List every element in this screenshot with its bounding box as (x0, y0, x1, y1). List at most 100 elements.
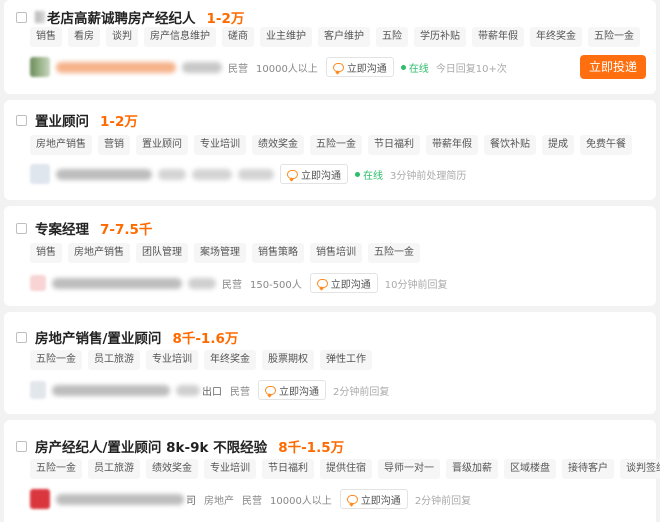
tag: 员工旅游 (88, 459, 140, 479)
tag: 专业培训 (146, 350, 198, 370)
salary: 1-2万 (206, 11, 245, 27)
select-checkbox[interactable] (16, 11, 27, 23)
chat-label: 立即沟通 (301, 170, 341, 182)
industry: 房地产 (204, 495, 234, 507)
blurred-text (182, 61, 222, 73)
tag: 绩效奖金 (146, 459, 198, 479)
activity-status: 3分钟前处理简历 (390, 170, 467, 182)
tag: 导师一对一 (378, 459, 440, 479)
chat-button[interactable]: 立即沟通 (258, 380, 326, 400)
tag: 带薪年假 (472, 27, 524, 47)
chat-label: 立即沟通 (279, 386, 319, 398)
company-name-suffix: 出口 (202, 386, 222, 398)
tag: 年终奖金 (204, 350, 256, 370)
blurred-text (238, 168, 274, 180)
blurred-company-name (56, 168, 152, 180)
tag: 股票期权 (262, 350, 314, 370)
job-title[interactable]: 房产经纪人/置业顾问 8k-9k 不限经验 (35, 436, 267, 456)
company-size: 10000人以上 (270, 495, 332, 507)
job-title[interactable]: 置业顾问 (35, 110, 89, 130)
tag: 五险一金 (310, 135, 362, 155)
company-type: 民营 (222, 279, 242, 291)
tag: 提供住宿 (320, 459, 372, 479)
tag: 五险一金 (588, 27, 640, 47)
activity-status: 10分钟前回复 (384, 279, 448, 291)
job-card[interactable]: 专案经理 7-7.5千 销售 房地产销售 团队管理 案场管理 销售策略 销售培训… (4, 206, 656, 306)
tag: 营销 (98, 135, 130, 155)
online-status: 在线 (400, 60, 429, 75)
chat-button[interactable]: 立即沟通 (309, 273, 378, 293)
tag: 免费午餐 (580, 135, 632, 155)
tag: 专业培训 (204, 459, 256, 479)
tag: 销售策略 (252, 243, 304, 263)
tag-list: 五险一金 员工旅游 绩效奖金 专业培训 节日福利 提供住宿 导师一对一 晋级加薪… (30, 459, 660, 479)
chat-button[interactable]: 立即沟通 (325, 57, 394, 77)
tag: 绩效奖金 (252, 135, 304, 155)
tag-list: 房地产销售 营销 置业顾问 专业培训 绩效奖金 五险一金 节日福利 带薪年假 餐… (30, 135, 632, 155)
tag: 谈判签约 (620, 459, 660, 479)
company-name-suffix: 司 (186, 495, 196, 507)
tag: 谈判 (106, 27, 138, 47)
blurred-text (35, 11, 45, 23)
tag: 房地产销售 (68, 243, 130, 263)
blurred-text (188, 277, 216, 289)
tag: 晋级加薪 (446, 459, 498, 479)
company-type: 民营 (228, 63, 248, 75)
job-title[interactable]: 房地产销售/置业顾问 (35, 327, 161, 347)
select-checkbox[interactable] (16, 114, 27, 126)
select-checkbox[interactable] (16, 440, 27, 452)
select-checkbox[interactable] (16, 222, 27, 234)
tag: 磋商 (222, 27, 254, 47)
company-info: 立即沟通 在线 3分钟前处理简历 (30, 163, 466, 185)
chat-bubble-icon (316, 278, 328, 288)
activity-status: 今日回复10+次 (435, 63, 507, 75)
online-dot (400, 64, 406, 70)
company-size: 150-500人 (250, 279, 302, 291)
job-card[interactable]: 老店高薪诚聘房产经纪人 1-2万 销售 看房 谈判 房产信息维护 磋商 业主维护… (4, 0, 656, 94)
chat-bubble-icon (346, 494, 358, 504)
online-status: 在线 (355, 167, 383, 182)
chat-label: 立即沟通 (360, 495, 401, 507)
tag: 学历补贴 (414, 27, 466, 47)
tag-list: 销售 房地产销售 团队管理 案场管理 销售策略 销售培训 五险一金 (30, 243, 420, 263)
chat-button[interactable]: 立即沟通 (280, 164, 348, 184)
blurred-company-name (56, 61, 176, 73)
blurred-company-name (52, 277, 182, 289)
tag: 置业顾问 (136, 135, 188, 155)
job-title[interactable]: 老店高薪诚聘房产经纪人 (47, 7, 196, 27)
company-logo (30, 164, 50, 184)
tag: 业主维护 (260, 27, 312, 47)
chat-bubble-icon (265, 385, 276, 395)
tag: 带薪年假 (426, 135, 478, 155)
chat-label: 立即沟通 (346, 63, 387, 75)
company-size: 10000人以上 (256, 63, 318, 75)
job-card[interactable]: 置业顾问 1-2万 房地产销售 营销 置业顾问 专业培训 绩效奖金 五险一金 节… (4, 100, 656, 200)
tag: 五险一金 (30, 459, 82, 479)
select-checkbox[interactable] (16, 331, 27, 343)
tag: 团队管理 (136, 243, 188, 263)
tag: 专业培训 (194, 135, 246, 155)
salary: 8千-1.6万 (172, 331, 239, 347)
chat-bubble-icon (332, 62, 344, 72)
company-type: 民营 (230, 386, 250, 398)
tag-list: 销售 看房 谈判 房产信息维护 磋商 业主维护 客户维护 五险 学历补贴 带薪年… (30, 27, 640, 47)
blurred-text (176, 384, 200, 396)
job-title[interactable]: 专案经理 (35, 218, 89, 238)
tag: 看房 (68, 27, 100, 47)
job-card[interactable]: 房产经纪人/置业顾问 8k-9k 不限经验 8千-1.5万 五险一金 员工旅游 … (4, 420, 660, 522)
tag: 销售培训 (310, 243, 362, 263)
tag: 五险一金 (368, 243, 420, 263)
salary: 8千-1.5万 (278, 440, 345, 456)
tag: 弹性工作 (320, 350, 372, 370)
job-card[interactable]: 房地产销售/置业顾问 8千-1.6万 五险一金 员工旅游 专业培训 年终奖金 股… (4, 312, 656, 414)
company-info: 司 房地产 民营 10000人以上 立即沟通 2分钟前回复 (30, 488, 471, 510)
tag: 年终奖金 (530, 27, 582, 47)
apply-button[interactable]: 立即投递 (580, 55, 646, 79)
salary: 1-2万 (100, 114, 138, 130)
company-info: 民营 150-500人 立即沟通 10分钟前回复 (30, 272, 448, 294)
blurred-company-name (52, 384, 170, 396)
company-info: 民营 10000人以上 立即沟通 在线 今日回复10+次 (30, 56, 507, 78)
chat-button[interactable]: 立即沟通 (339, 489, 408, 509)
tag: 区域楼盘 (504, 459, 556, 479)
tag: 五险一金 (30, 350, 82, 370)
